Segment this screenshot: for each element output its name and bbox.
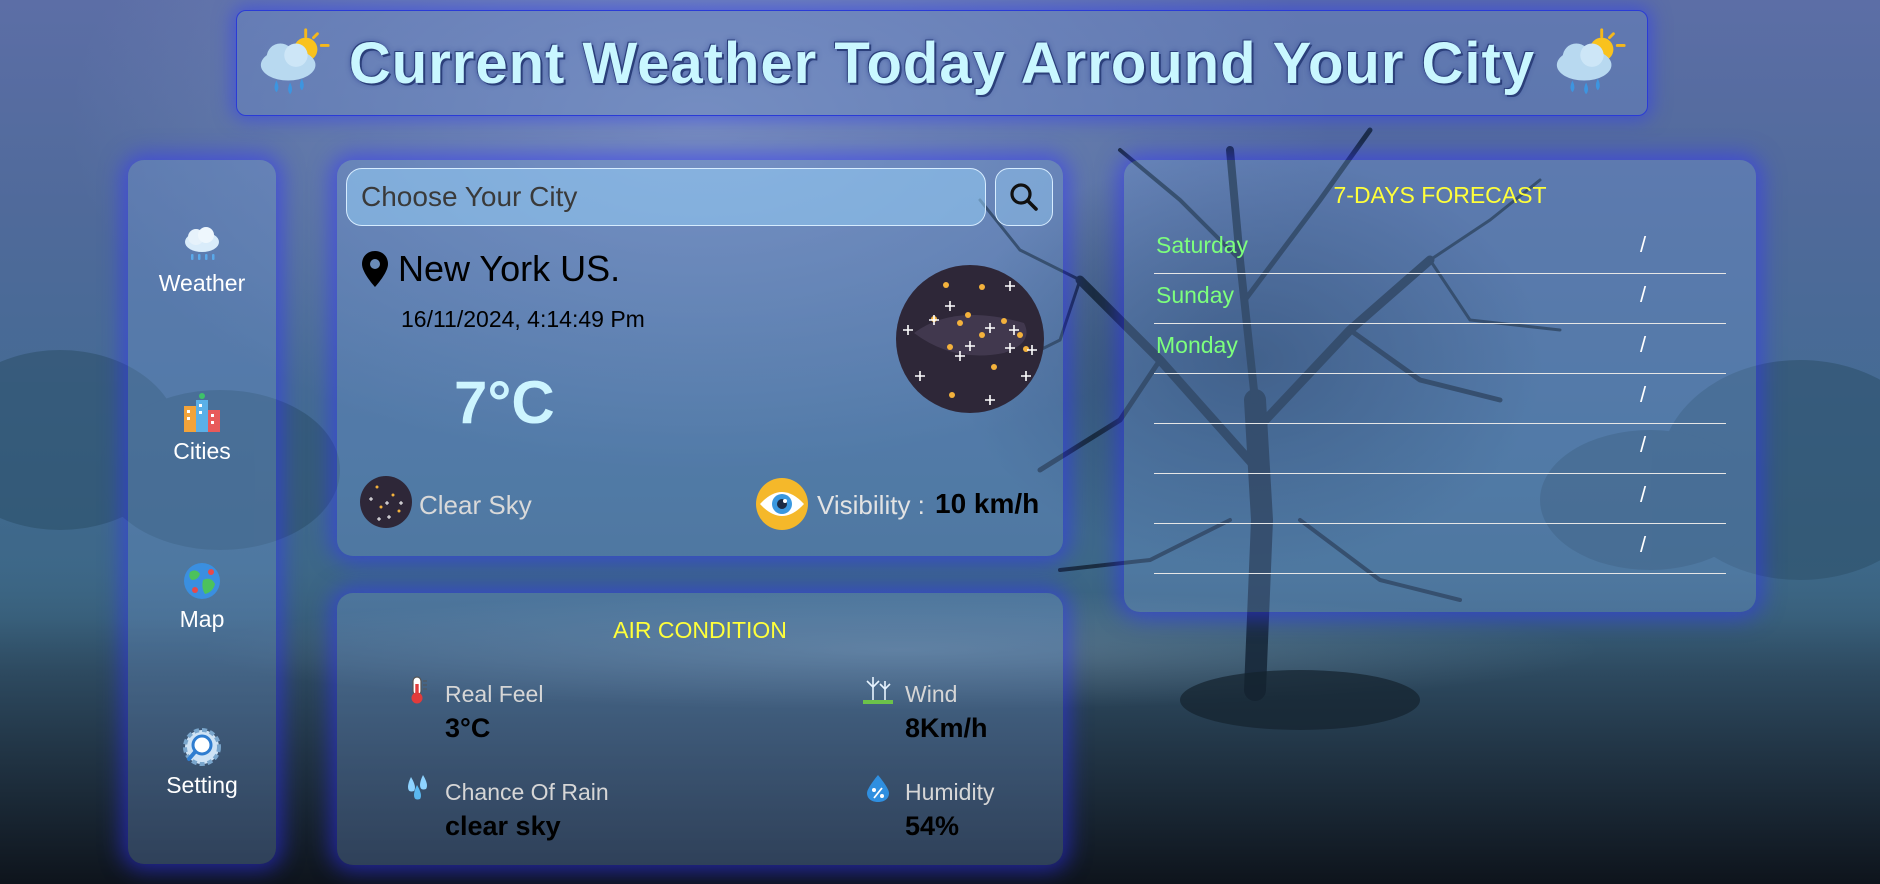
page-header: Current Weather Today Arround Your City [236, 10, 1648, 116]
page-title: Current Weather Today Arround Your City [348, 30, 1536, 96]
forecast-separator: / [1640, 382, 1647, 407]
thermometer-icon [411, 676, 427, 704]
air-condition-card: AIR CONDITION Real Feel 3°C Wind 8Km/h C… [337, 593, 1063, 865]
rain-drops-icon [408, 775, 427, 800]
rain-sun-cloud-icon [1556, 28, 1626, 95]
seven-day-forecast-card: 7-DAYS FORECAST Saturday / Sunday / Mond… [1124, 160, 1756, 612]
sidebar-item-label: Weather [158, 270, 246, 296]
forecast-day: Sunday [1156, 282, 1235, 308]
eye-icon [756, 478, 808, 530]
forecast-row: / [1154, 374, 1726, 424]
current-datetime: 16/11/2024, 4:14:49 Pm [401, 306, 645, 332]
search-button[interactable] [995, 168, 1053, 226]
forecast-row: Monday / [1154, 324, 1726, 374]
forecast-row: / [1154, 524, 1726, 574]
forecast-day: Saturday [1156, 232, 1249, 258]
sidebar-item-label: Map [179, 606, 225, 632]
city-search-input[interactable] [346, 168, 986, 226]
chance-of-rain-value: clear sky [445, 811, 561, 841]
cloud-rain-icon [185, 227, 219, 260]
sidebar-item-label: Cities [173, 438, 231, 464]
chance-of-rain-label: Chance Of Rain [445, 779, 609, 805]
visibility-value: 10 km/h [935, 488, 1040, 519]
sidebar-item-setting[interactable]: Setting [128, 726, 276, 799]
search-icon [1010, 183, 1038, 211]
forecast-row: / [1154, 424, 1726, 474]
sidebar-item-label: Setting [166, 772, 238, 798]
location-pin-icon [362, 251, 388, 287]
humidity-drop-icon [867, 775, 889, 802]
sidebar: Weather Cities Map Setting [128, 160, 276, 864]
city-buildings-icon [184, 393, 220, 432]
forecast-row: Saturday / [1154, 224, 1726, 274]
forecast-separator: / [1640, 482, 1647, 507]
forecast-row: Sunday / [1154, 274, 1726, 324]
humidity-label: Humidity [905, 779, 995, 805]
forecast-separator: / [1640, 432, 1647, 457]
night-sky-icon [360, 476, 412, 528]
sidebar-item-weather[interactable]: Weather [128, 224, 276, 297]
forecast-separator: / [1640, 282, 1647, 307]
location-name: New York US. [398, 248, 621, 289]
visibility-label: Visibility : [817, 490, 925, 520]
forecast-separator: / [1640, 332, 1647, 357]
air-condition-title: AIR CONDITION [613, 617, 787, 643]
forecast-separator: / [1640, 532, 1647, 557]
rain-sun-cloud-icon [260, 28, 330, 95]
forecast-separator: / [1640, 232, 1647, 257]
sidebar-item-map[interactable]: Map [128, 560, 276, 633]
forecast-day: Monday [1156, 332, 1238, 358]
real-feel-value: 3°C [445, 713, 491, 743]
humidity-value: 54% [905, 811, 960, 841]
forecast-title: 7-DAYS FORECAST [1333, 182, 1547, 208]
current-weather-card: New York US. 16/11/2024, 4:14:49 Pm 7°C … [337, 160, 1063, 556]
globe-icon [184, 563, 220, 599]
gear-search-icon [183, 728, 221, 766]
night-sky-icon [896, 265, 1044, 413]
forecast-row: / [1154, 474, 1726, 524]
wind-label: Wind [905, 681, 958, 707]
weather-condition: Clear Sky [419, 490, 532, 520]
real-feel-label: Real Feel [445, 681, 544, 707]
wind-turbine-icon [863, 677, 893, 704]
temperature-value: 7°C [454, 369, 555, 436]
sidebar-item-cities[interactable]: Cities [128, 392, 276, 465]
wind-value: 8Km/h [905, 713, 988, 743]
